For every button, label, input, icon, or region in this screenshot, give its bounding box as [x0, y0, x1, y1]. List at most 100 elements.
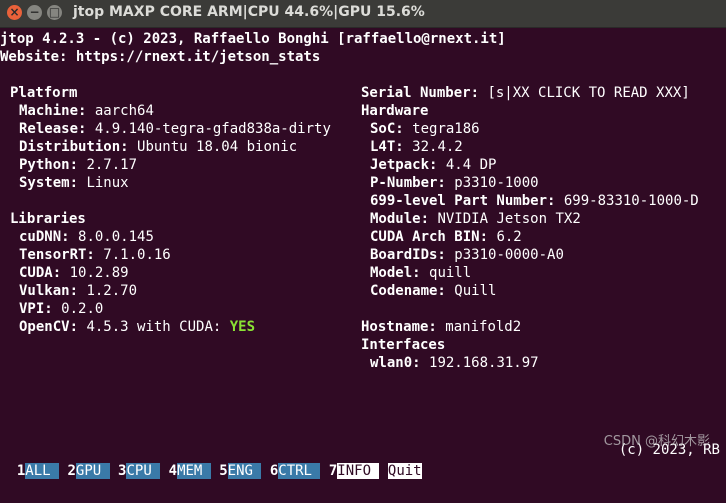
item-value: 4.5.3 with CUDA:	[86, 319, 222, 335]
item-value: 8.0.0.145	[78, 229, 154, 245]
website-line: Website: https://rnext.it/jetson_stats	[0, 49, 321, 65]
item-label: SoC:	[370, 121, 404, 137]
interface-item: wlan0: 192.168.31.97	[370, 354, 726, 372]
tab-mem[interactable]: 4MEM	[169, 463, 211, 479]
hostname: Hostname: manifold2	[361, 318, 726, 336]
item-gap	[221, 319, 229, 335]
item-gap	[437, 157, 445, 173]
item-label: L4T:	[370, 139, 404, 155]
item-label: TensorRT:	[19, 247, 95, 263]
minimize-icon[interactable]: −	[27, 5, 42, 20]
tab-gap	[379, 463, 387, 479]
tab-key: 2	[67, 463, 76, 479]
tab-ctrl[interactable]: 6CTRL	[270, 463, 321, 479]
tab-label: uit	[396, 463, 422, 479]
serial-number: Serial Number: [s|XX CLICK TO READ XXX]	[361, 84, 726, 102]
item-value: p3310-0000-A0	[454, 247, 564, 263]
cuda-flag: YES	[229, 319, 256, 335]
item-value: Quill	[454, 283, 497, 299]
hardware-item: Module: NVIDIA Jetson TX2	[370, 210, 726, 228]
tab-label: GPU	[75, 463, 110, 479]
item-value: aarch64	[94, 103, 154, 119]
item-gap	[555, 193, 563, 209]
item-label: wlan0:	[370, 355, 421, 371]
item-value: tegra186	[412, 121, 480, 137]
tab-gap	[110, 463, 118, 479]
item-value: 0.2.0	[61, 301, 104, 317]
hostname-value: manifold2	[445, 319, 522, 335]
item-label: System:	[19, 175, 79, 191]
item-label: 699-level Part Number:	[370, 193, 556, 209]
maximize-icon[interactable]: □	[47, 5, 62, 20]
tab-label: CTRL	[278, 463, 321, 479]
item-value: 4.4 DP	[445, 157, 497, 173]
serial-label: Serial Number:	[361, 85, 480, 101]
tab-cpu[interactable]: 3CPU	[118, 463, 161, 479]
terminal-area: jtop 4.2.3 - (c) 2023, Raffaello Bonghi …	[0, 28, 726, 461]
item-label: OpenCV:	[19, 319, 79, 335]
item-label: Distribution:	[19, 139, 129, 155]
item-value: 6.2	[496, 229, 522, 245]
item-label: CUDA Arch BIN:	[370, 229, 489, 245]
hardware-item: SoC: tegra186	[370, 120, 726, 138]
tab-info[interactable]: 7INFO	[329, 463, 380, 479]
tab-label: ALL	[25, 463, 60, 479]
item-label: Vulkan:	[19, 283, 79, 299]
item-value: 32.4.2	[412, 139, 463, 155]
version-line: jtop 4.2.3 - (c) 2023, Raffaello Bonghi …	[0, 31, 506, 47]
item-gap	[421, 355, 429, 371]
item-gap	[129, 139, 137, 155]
item-label: cuDNN:	[19, 229, 70, 245]
tab-gpu[interactable]: 2GPU	[67, 463, 110, 479]
item-value: 1.2.70	[86, 283, 138, 299]
item-value: p3310-1000	[454, 175, 539, 191]
hardware-item: BoardIDs: p3310-0000-A0	[370, 246, 726, 264]
item-label: Module:	[370, 211, 430, 227]
item-label: VPI:	[19, 301, 53, 317]
interfaces-heading: Interfaces	[361, 337, 446, 353]
item-gap	[421, 265, 429, 281]
tab-key: 4	[168, 463, 178, 479]
tab-key: 5	[219, 463, 228, 479]
item-value: 4.9.140-tegra-gfad838a-dirty	[94, 121, 331, 137]
hardware-item: L4T: 32.4.2	[370, 138, 726, 156]
item-value: 10.2.89	[69, 265, 129, 281]
window-title: jtop MAXP CORE ARM|CPU 44.6%|GPU 15.6%	[73, 4, 425, 20]
hardware-item: Model: quill	[370, 264, 726, 282]
item-label: Release:	[19, 121, 87, 137]
item-gap	[404, 121, 412, 137]
item-gap	[70, 229, 78, 245]
item-label: Model:	[370, 265, 421, 281]
tab-label: ENG	[227, 463, 262, 479]
tab-label: MEM	[177, 463, 211, 479]
close-icon[interactable]: ×	[7, 5, 22, 20]
item-value: 192.168.31.97	[429, 355, 539, 371]
tab-uit[interactable]: Quit	[387, 463, 422, 479]
item-gap	[53, 301, 61, 317]
item-label: CUDA:	[19, 265, 62, 281]
item-label: Codename:	[370, 283, 446, 299]
watermark-text: CSDN @科幻木影	[603, 434, 710, 449]
window-titlebar: × − □ jtop MAXP CORE ARM|CPU 44.6%|GPU 1…	[0, 0, 726, 28]
item-gap	[61, 265, 69, 281]
item-value: 7.1.0.16	[103, 247, 171, 263]
tab-eng[interactable]: 5ENG	[219, 463, 262, 479]
tab-label: CPU	[126, 463, 161, 479]
hardware-item: P-Number: p3310-1000	[370, 174, 726, 192]
item-value: 2.7.17	[86, 157, 138, 173]
item-value: 699-83310-1000-D	[563, 193, 699, 209]
hardware-item: Codename: Quill	[370, 282, 726, 300]
tab-all[interactable]: 1ALL	[17, 463, 60, 479]
item-label: Machine:	[19, 103, 87, 119]
item-gap	[86, 121, 94, 137]
item-value: Linux	[86, 175, 129, 191]
hardware-heading: Hardware	[361, 103, 429, 119]
library-item: VPI: 0.2.0	[19, 300, 726, 318]
serial-value[interactable]: [s|XX CLICK TO READ XXX]	[487, 85, 689, 101]
item-value: Ubuntu 18.04 bionic	[137, 139, 298, 155]
tab-gap	[160, 463, 168, 479]
tab-key: 6	[269, 463, 279, 479]
item-gap	[404, 139, 412, 155]
tab-gap	[59, 463, 67, 479]
item-label: BoardIDs:	[370, 247, 446, 263]
